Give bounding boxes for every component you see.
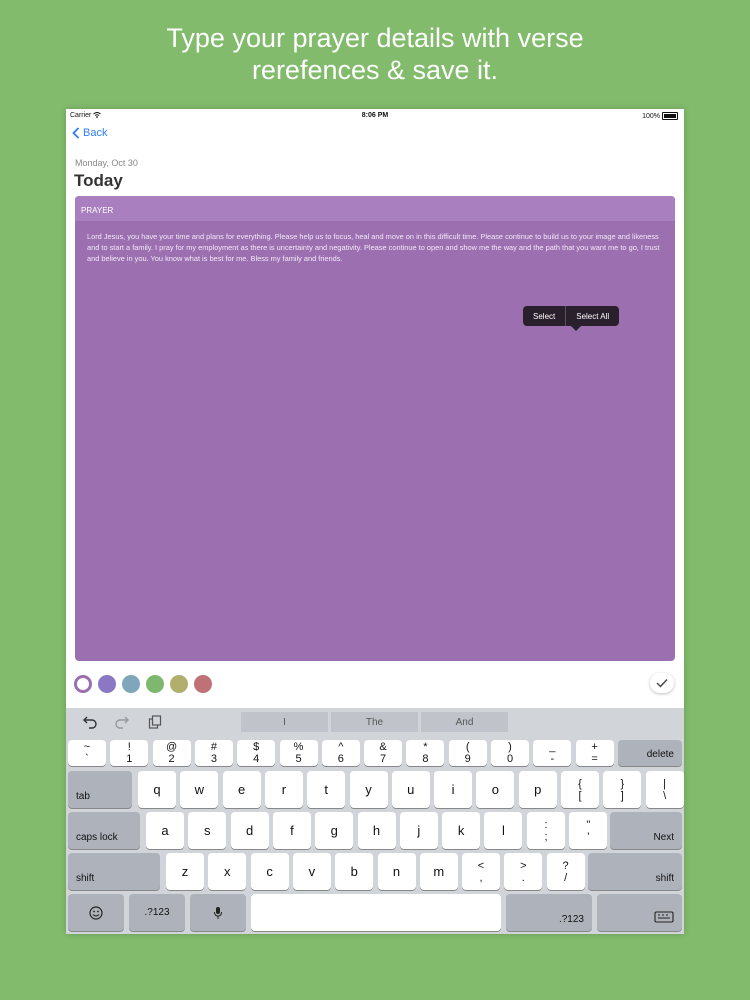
key-number[interactable]: ! 1 [110,740,149,766]
back-button[interactable]: Back [72,127,107,139]
clock: 8:06 PM [361,112,389,119]
select-all-menu-item[interactable]: Select All [566,306,619,326]
key-letter[interactable]: w [180,771,219,808]
delete-key[interactable]: delete [618,740,682,766]
checkmark-icon [656,679,668,688]
back-label: Back [83,127,108,139]
color-swatch[interactable] [170,675,188,693]
key-letter[interactable]: x [208,853,247,890]
tab-key[interactable]: tab [68,771,132,808]
key-symbol[interactable]: ? / [546,853,585,890]
prayer-card[interactable]: PRAYER Lord Jesus, you have your time an… [75,196,675,661]
keyboard-dismiss-icon[interactable] [597,894,682,931]
key-letter[interactable]: i [434,771,473,808]
numbers-key-left[interactable]: .?123 [129,894,185,931]
color-picker [74,675,212,693]
key-symbol[interactable]: :; [527,812,565,849]
prayer-textarea[interactable]: Lord Jesus, you have your time and plans… [87,232,663,264]
key-number[interactable]: _ - [533,740,572,766]
redo-icon[interactable] [114,715,130,732]
entry-date: Monday, Oct 30 [75,158,138,168]
edit-menu-popover: Select Select All [523,306,620,331]
key-number[interactable]: (9 [448,740,487,766]
key-letter[interactable]: d [230,812,269,849]
prayer-header: PRAYER [75,196,675,221]
emoji-icon[interactable] [68,894,124,931]
key-letter[interactable]: e [222,771,261,808]
done-button[interactable] [650,673,674,693]
undo-icon[interactable] [82,715,98,732]
key-number[interactable]: #3 [194,740,233,766]
key-letter[interactable]: t [307,771,346,808]
key-number[interactable]: @2 [152,740,191,766]
select-menu-item[interactable]: Select [523,306,565,326]
key-letter[interactable]: c [250,853,289,890]
key-letter[interactable]: n [377,853,416,890]
caption: Type your prayer details with verse rere… [0,22,750,86]
key-symbol[interactable]: <, [462,853,500,890]
caps-lock-key[interactable]: caps lock [68,812,140,849]
key-letter[interactable]: z [166,853,204,890]
microphone-icon[interactable] [190,894,246,931]
keyboard-shortcut-bar: I The And [66,708,684,738]
caption-line-1: Type your prayer details with verse [166,23,584,53]
key-letter[interactable]: k [442,812,481,849]
numbers-key-right[interactable]: .?123 [506,894,592,931]
key-number[interactable]: % 5 [279,740,318,766]
key-symbol[interactable]: >. [504,853,543,890]
key-letter[interactable]: m [419,853,458,890]
key-number[interactable]: ~ ` [68,740,106,766]
paste-icon[interactable] [148,715,162,732]
key-letter[interactable]: h [357,812,396,849]
device-screen: Carrier 8:06 PM 100% Back Monday, Oct 30… [66,109,684,934]
color-swatch[interactable] [194,675,212,693]
key-number[interactable]: $4 [237,740,276,766]
chevron-left-icon [72,127,80,139]
color-swatch[interactable] [98,675,116,693]
key-number[interactable]: + = [575,740,614,766]
shift-right-key[interactable]: shift [588,853,682,890]
key-letter[interactable]: v [292,853,331,890]
page-title: Today [74,171,123,190]
color-swatch[interactable] [74,675,92,693]
keyboard: I The And ~ `! 1 @2 #3 $4% 5 ^ 6 & 7 * 8(9) 0 _ - + = delete… [66,708,684,934]
key-number[interactable]: ^ 6 [321,740,360,766]
key-letter[interactable]: f [272,812,311,849]
suggestion-item[interactable]: The [331,712,418,732]
key-letter[interactable]: r [264,771,303,808]
key-number[interactable]: * 8 [406,740,445,766]
key-symbol[interactable]: {[ [561,771,599,808]
key-letter[interactable]: y [349,771,388,808]
key-letter[interactable]: s [188,812,227,849]
key-letter[interactable]: q [138,771,176,808]
space-key[interactable] [251,894,501,931]
key-letter[interactable]: l [484,812,523,849]
key-symbol[interactable]: " ' [569,812,608,849]
caption-line-2: rerefences & save it. [251,55,499,85]
suggestion-item[interactable]: And [421,712,508,732]
key-number[interactable]: & 7 [364,740,403,766]
status-bar: Carrier 8:06 PM 100% [66,109,684,123]
color-swatch[interactable] [146,675,164,693]
key-letter[interactable]: o [476,771,515,808]
key-letter[interactable]: j [399,812,438,849]
key-letter[interactable]: g [315,812,354,849]
key-symbol[interactable]: | \ [645,771,684,808]
key-letter[interactable]: p [518,771,557,808]
key-letter[interactable]: u [391,771,430,808]
key-letter[interactable]: a [146,812,184,849]
battery-icon [662,112,678,120]
suggestion-item[interactable]: I [241,712,328,732]
color-swatch[interactable] [122,675,140,693]
next-key[interactable]: Next [610,812,682,849]
shift-key[interactable]: shift [68,853,160,890]
key-number[interactable]: ) 0 [491,740,529,766]
battery-status: 100% [642,112,678,120]
key-symbol[interactable]: }] [603,771,642,808]
key-letter[interactable]: b [335,853,374,890]
